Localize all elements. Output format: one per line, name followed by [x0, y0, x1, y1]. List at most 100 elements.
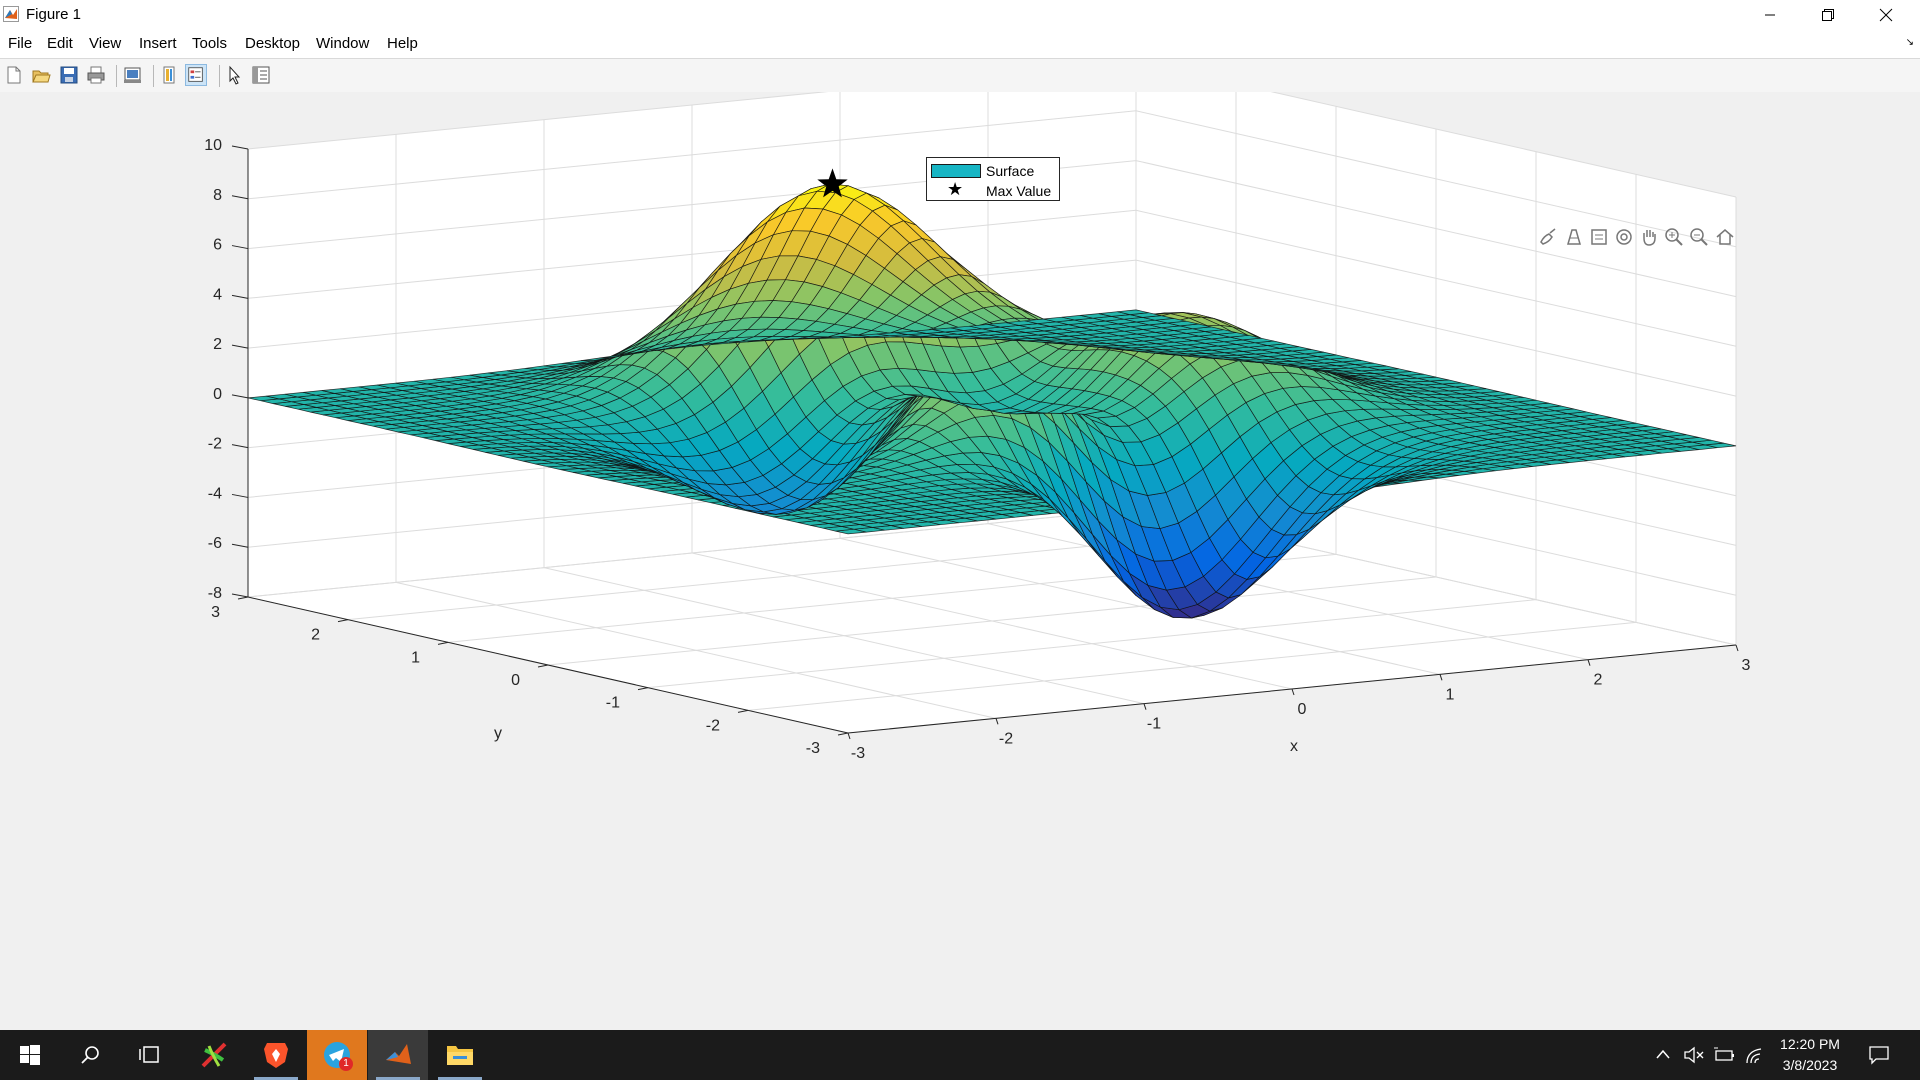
z-tick-label: 0: [213, 386, 222, 403]
x-tick: [1291, 688, 1295, 696]
home-icon[interactable]: [1714, 226, 1736, 248]
legend-entry-surface: Surface: [927, 161, 1059, 179]
x-tick-label: -1: [1147, 716, 1161, 733]
figure-toolbar: [0, 58, 1920, 93]
restore-button[interactable]: [1799, 0, 1857, 30]
clock-date: 3/8/2023: [1782, 1057, 1838, 1073]
x-tick: [1587, 659, 1591, 666]
pan-hand-icon[interactable]: [1638, 226, 1660, 248]
menu-help[interactable]: Help: [387, 35, 418, 52]
window-title: Figure 1: [26, 6, 82, 23]
taskbar-telegram[interactable]: 1: [307, 1030, 367, 1080]
task-view-button[interactable]: [120, 1030, 180, 1080]
link-plot-icon[interactable]: [122, 64, 144, 86]
taskbar-app[interactable]: [184, 1030, 244, 1080]
legend-max-value-label: Max Value: [986, 183, 1052, 199]
x-tick-label: -2: [999, 730, 1013, 747]
windows-taskbar: 1 12:20 PM 3/8/2023: [0, 1030, 1920, 1080]
brave-browser-icon: [264, 1043, 288, 1068]
edit-plot-arrow-icon[interactable]: [224, 64, 246, 86]
new-figure-icon[interactable]: [3, 64, 25, 86]
menu-desktop[interactable]: Desktop: [245, 35, 300, 52]
x-tick: [1143, 703, 1147, 710]
rotate-3d-icon[interactable]: [1613, 226, 1635, 248]
task-view-icon: [139, 1046, 159, 1063]
menu-file[interactable]: File: [8, 35, 32, 52]
search-button[interactable]: [60, 1030, 120, 1080]
x-tick: [847, 732, 851, 740]
menu-window[interactable]: Window: [316, 35, 369, 52]
z-tick-label: -8: [208, 585, 222, 602]
y-tick: [637, 687, 649, 691]
z-tick: [231, 344, 249, 349]
open-file-icon[interactable]: [30, 64, 52, 86]
clock-time: 12:20 PM: [1780, 1036, 1840, 1052]
restore-icon: [1822, 9, 1834, 21]
x-axis-label: x: [1290, 738, 1298, 755]
legend-icon: [188, 67, 203, 82]
z-tick: [231, 195, 249, 200]
y-tick: [337, 619, 349, 623]
z-tick: [231, 145, 249, 150]
menu-edit[interactable]: Edit: [47, 35, 73, 52]
star-marker-icon: ★: [947, 179, 964, 199]
legend-button[interactable]: [185, 64, 207, 86]
taskbar-matlab[interactable]: [368, 1030, 428, 1080]
z-tick-label: -2: [208, 436, 222, 453]
export-icon[interactable]: [1588, 226, 1610, 248]
data-tip-icon[interactable]: [1563, 226, 1585, 248]
y-tick-label: 3: [211, 604, 220, 621]
app-icon: [201, 1042, 227, 1068]
z-tick-label: -6: [208, 535, 222, 552]
system-clock[interactable]: 12:20 PM 3/8/2023: [1775, 1034, 1845, 1076]
menu-tools[interactable]: Tools: [192, 35, 227, 52]
battery-icon[interactable]: [1714, 1046, 1736, 1064]
brush-icon[interactable]: [1537, 226, 1559, 248]
z-tick-label: -4: [208, 485, 222, 502]
taskbar-brave[interactable]: [246, 1030, 306, 1080]
z-tick: [231, 394, 249, 399]
y-tick: [537, 664, 549, 668]
matlab-icon: [386, 1044, 411, 1064]
y-tick-label: -2: [706, 717, 720, 734]
z-tick-label: 6: [213, 237, 222, 254]
windows-start-icon: [20, 1045, 40, 1065]
y-tick: [737, 709, 749, 713]
y-axis-label: y: [494, 725, 502, 742]
z-tick: [231, 493, 249, 498]
colorbar-icon[interactable]: [159, 64, 181, 86]
z-tick-label: 4: [213, 286, 222, 303]
wifi-icon[interactable]: [1745, 1045, 1765, 1065]
start-button[interactable]: [0, 1030, 60, 1080]
close-button[interactable]: [1857, 0, 1915, 30]
print-icon[interactable]: [85, 64, 107, 86]
menu-insert[interactable]: Insert: [139, 35, 177, 52]
notification-icon[interactable]: [1868, 1045, 1890, 1065]
x-tick-label: -3: [851, 745, 865, 762]
x-tick-label: 0: [1298, 701, 1307, 718]
z-tick: [231, 294, 249, 299]
chevron-up-icon[interactable]: [1655, 1048, 1671, 1060]
zoom-out-icon[interactable]: [1688, 226, 1710, 248]
save-icon[interactable]: [58, 64, 80, 86]
minimize-icon: [1765, 14, 1775, 16]
property-inspector-icon[interactable]: [250, 64, 272, 86]
y-tick-label: -1: [606, 695, 620, 712]
figure-canvas[interactable]: -3 -2 -1 0 1 2 3 -3 -2 -1 0 1 2 3 -8 -6 -4 -2 0 2 4 6 8 10 x y Su…: [0, 92, 1920, 1030]
menu-view[interactable]: View: [89, 35, 121, 52]
legend-entry-max-value: ★ Max Value: [927, 179, 1059, 199]
close-icon: [1879, 8, 1893, 22]
z-tick: [231, 245, 249, 250]
legend-surface-label: Surface: [986, 163, 1035, 179]
taskbar-file-explorer[interactable]: [430, 1030, 490, 1080]
legend[interactable]: Surface ★ Max Value: [926, 157, 1060, 201]
matlab-figure-icon: [3, 6, 19, 22]
dock-arrow-icon[interactable]: ↘: [1906, 37, 1914, 48]
volume-muted-icon[interactable]: [1683, 1046, 1705, 1064]
y-tick-label: 0: [511, 672, 520, 689]
search-icon: [81, 1046, 99, 1064]
minimize-button[interactable]: [1741, 0, 1799, 30]
zoom-in-icon[interactable]: [1663, 226, 1685, 248]
x-tick-label: 2: [1594, 672, 1603, 689]
y-tick: [437, 641, 449, 645]
